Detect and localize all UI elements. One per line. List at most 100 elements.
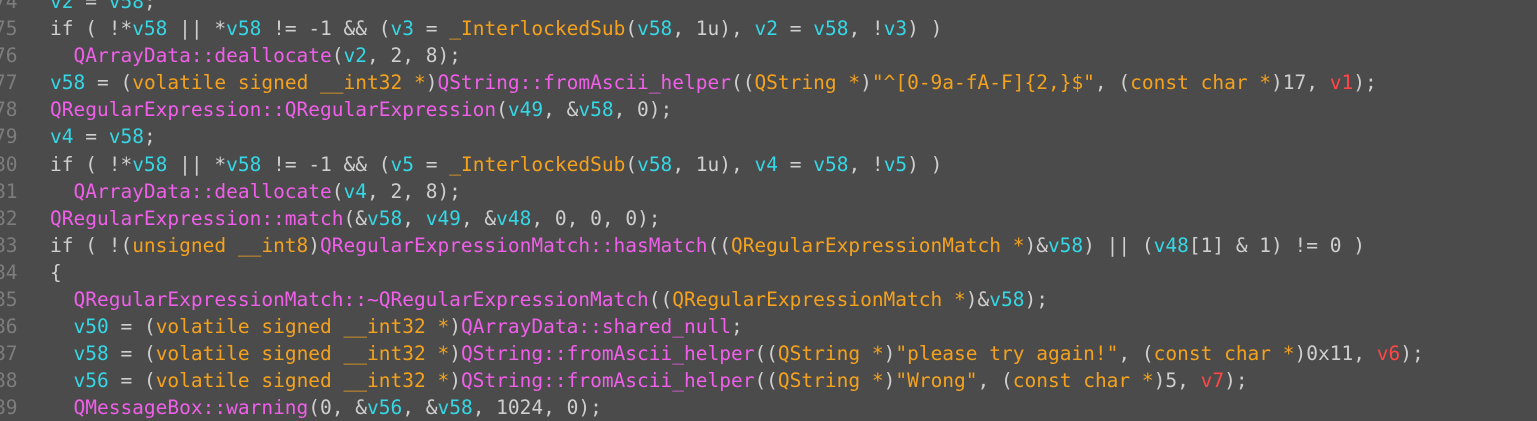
code-line[interactable]: 86 v50 = (volatile signed __int32 *)QArr… xyxy=(0,313,1537,340)
variable-token[interactable]: v58 xyxy=(1048,234,1083,257)
code-line[interactable]: 88 v56 = (volatile signed __int32 *)QStr… xyxy=(0,367,1537,394)
code-line[interactable]: 85 QRegularExpressionMatch::~QRegularExp… xyxy=(0,286,1537,313)
function-token[interactable]: QArrayData::shared_null xyxy=(461,315,731,338)
code-token: )& xyxy=(965,288,990,312)
pseudocode-view[interactable]: 74v2 = v58;75if ( !*v58 || *v58 != -1 &&… xyxy=(0,0,1537,421)
function-token[interactable]: QArrayData::deallocate xyxy=(73,44,331,67)
string-literal-token[interactable]: "Wrong" xyxy=(895,369,977,392)
line-number: 77 xyxy=(0,71,18,95)
variable-token[interactable]: v4 xyxy=(755,153,778,176)
variable-token[interactable]: v58 xyxy=(813,153,848,176)
variable-token[interactable]: v58 xyxy=(637,17,672,40)
variable-token[interactable]: v58 xyxy=(437,396,472,419)
argument-token[interactable]: v6 xyxy=(1377,342,1400,365)
function-token[interactable]: QRegularExpression::match xyxy=(50,207,344,230)
code-line[interactable]: 83if ( !(unsigned __int8)QRegularExpress… xyxy=(0,232,1537,259)
code-line[interactable]: 80if ( !*v58 || *v58 != -1 && (v5 = _Int… xyxy=(0,151,1537,178)
variable-token[interactable]: v4 xyxy=(50,125,73,148)
function-token[interactable]: QRegularExpressionMatch::~QRegularExpres… xyxy=(73,288,648,311)
variable-token[interactable]: v58 xyxy=(226,17,261,40)
code-line[interactable]: 89 QMessageBox::warning(0, &v56, &v58, 1… xyxy=(0,394,1537,421)
code-text: if ( !*v58 || *v58 != -1 && (v3 = _Inter… xyxy=(50,15,942,42)
code-text: if ( !(unsigned __int8)QRegularExpressio… xyxy=(50,232,1365,259)
variable-token[interactable]: v4 xyxy=(344,180,367,203)
code-token: = xyxy=(777,152,814,176)
type-token[interactable]: QRegularExpressionMatch * xyxy=(672,288,966,311)
type-token[interactable]: _InterlockedSub xyxy=(449,17,625,40)
variable-token[interactable]: v58 xyxy=(226,153,261,176)
function-token[interactable]: QRegularExpressionMatch::hasMatch xyxy=(320,234,707,257)
type-token[interactable]: const char * xyxy=(1130,71,1271,94)
code-line[interactable]: 87 v58 = (volatile signed __int32 *)QStr… xyxy=(0,340,1537,367)
variable-token[interactable]: v49 xyxy=(426,207,461,230)
function-token[interactable]: QRegularExpression::QRegularExpression xyxy=(50,98,496,121)
function-token[interactable]: QArrayData::deallocate xyxy=(73,180,331,203)
argument-token[interactable]: v7 xyxy=(1201,369,1224,392)
code-token: , 1u), xyxy=(672,152,755,176)
code-token: , ! xyxy=(848,17,884,41)
code-line[interactable]: 78 QRegularExpression::QRegularExpression… xyxy=(0,96,1537,123)
code-line[interactable]: 77v58 = (volatile signed __int32 *)QStri… xyxy=(0,69,1537,96)
variable-token[interactable]: v58 xyxy=(989,288,1024,311)
code-line[interactable]: 76 QArrayData::deallocate(v2, 2, 8); xyxy=(0,42,1537,69)
variable-token[interactable]: v58 xyxy=(637,153,672,176)
code-line[interactable]: 79 v4 = v58; xyxy=(0,123,1537,150)
code-token: )& xyxy=(1024,233,1048,257)
variable-token[interactable]: v58 xyxy=(73,342,108,365)
variable-token[interactable]: v58 xyxy=(109,125,144,148)
code-token: (& xyxy=(343,206,367,230)
variable-token[interactable]: v50 xyxy=(73,315,108,338)
variable-token[interactable]: v5 xyxy=(391,153,414,176)
code-token: ( xyxy=(625,17,638,41)
argument-token[interactable]: v1 xyxy=(1330,71,1353,94)
variable-token[interactable]: v58 xyxy=(367,207,402,230)
variable-token[interactable]: v56 xyxy=(73,369,108,392)
type-token[interactable]: const char * xyxy=(1013,369,1154,392)
variable-token[interactable]: v48 xyxy=(496,207,531,230)
variable-token[interactable]: v49 xyxy=(508,98,543,121)
code-line[interactable]: 84 { xyxy=(0,259,1537,286)
function-token[interactable]: QString::fromAscii_helper xyxy=(461,369,755,392)
function-token[interactable]: QString::fromAscii_helper xyxy=(437,71,731,94)
variable-token[interactable]: v58 xyxy=(813,17,848,40)
type-token[interactable]: QString * xyxy=(778,369,884,392)
variable-token[interactable]: v2 xyxy=(344,44,367,67)
variable-token[interactable]: v2 xyxy=(50,0,73,13)
type-token[interactable]: QString * xyxy=(778,342,884,365)
code-token: = xyxy=(777,17,814,41)
variable-token[interactable]: v56 xyxy=(367,396,402,419)
variable-token[interactable]: v48 xyxy=(1154,234,1189,257)
variable-token[interactable]: v58 xyxy=(50,71,85,94)
variable-token[interactable]: v3 xyxy=(391,17,414,40)
function-token[interactable]: QString::fromAscii_helper xyxy=(461,342,755,365)
code-token: )5, xyxy=(1153,369,1201,393)
type-token[interactable]: unsigned __int8 xyxy=(132,234,308,257)
code-line[interactable]: 75if ( !*v58 || *v58 != -1 && (v3 = _Int… xyxy=(0,15,1537,42)
code-token: (( xyxy=(754,342,778,366)
code-token: , ! xyxy=(848,152,884,176)
type-token[interactable]: QString * xyxy=(754,71,860,94)
variable-token[interactable]: v58 xyxy=(132,17,167,40)
code-line[interactable]: 74 v2 = v58; xyxy=(0,0,1537,15)
type-token[interactable]: volatile signed __int32 * xyxy=(156,369,450,392)
type-token[interactable]: const char * xyxy=(1154,342,1295,365)
code-token: if ( !* xyxy=(50,17,133,41)
type-token[interactable]: QRegularExpressionMatch * xyxy=(731,234,1025,257)
type-token[interactable]: volatile signed __int32 * xyxy=(132,71,426,94)
string-literal-token[interactable]: "please try again!" xyxy=(895,342,1118,365)
type-token[interactable]: volatile signed __int32 * xyxy=(156,342,450,365)
variable-token[interactable]: v5 xyxy=(884,153,907,176)
string-literal-token[interactable]: "^[0-9a-fA-F]{2,}$" xyxy=(872,71,1095,94)
variable-token[interactable]: v58 xyxy=(132,153,167,176)
code-line[interactable]: 81 QArrayData::deallocate(v4, 2, 8); xyxy=(0,178,1537,205)
variable-token[interactable]: v2 xyxy=(755,17,778,40)
code-line[interactable]: 82 QRegularExpression::match(&v58, v49, &… xyxy=(0,205,1537,232)
code-text: QArrayData::deallocate(v2, 2, 8); xyxy=(50,42,460,69)
type-token[interactable]: _InterlockedSub xyxy=(449,153,625,176)
function-token[interactable]: QMessageBox::warning xyxy=(73,396,308,419)
variable-token[interactable]: v58 xyxy=(109,0,144,13)
variable-token[interactable]: v3 xyxy=(884,17,907,40)
type-token[interactable]: volatile signed __int32 * xyxy=(156,315,450,338)
variable-token[interactable]: v58 xyxy=(578,98,613,121)
